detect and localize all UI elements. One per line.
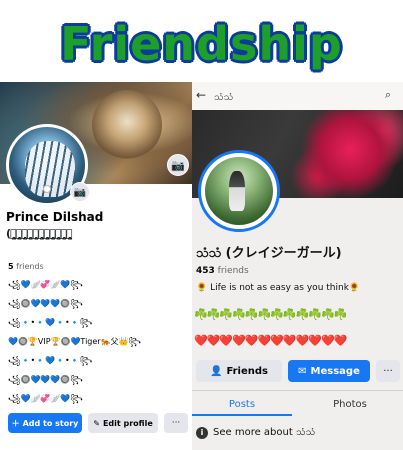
info-icon: i <box>196 426 208 439</box>
edit-profile-label: Edit profile <box>102 418 153 428</box>
friends-count-number: 453 <box>196 266 215 276</box>
bio-line: ꧁🔹•🔹💙🔹•🔹꧂ <box>8 356 93 365</box>
bio-line: ꧁💙🪽💞🪽💙꧂ <box>8 394 83 403</box>
emoji-row-hearts: ❤️❤️❤️❤️❤️❤️❤️❤️❤️❤️❤️❤️ <box>194 334 347 347</box>
friends-count-label: friends <box>217 266 249 276</box>
avatar-person-figure <box>229 171 245 211</box>
top-bar-title: သံသံ <box>214 92 234 103</box>
edit-profile-button[interactable]: ✎ Edit profile <box>88 413 158 433</box>
add-to-story-button[interactable]: ＋ Add to story <box>8 413 82 433</box>
bio-text: 🌻 Life is not as easy as you think🌻 <box>196 283 361 293</box>
bio-line: ꧁🔘💙💙💙🔘꧂ <box>8 375 83 384</box>
messenger-icon: ✉ <box>298 365 307 377</box>
more-options-button[interactable]: ··· <box>376 360 400 382</box>
pencil-icon: ✎ <box>93 418 100 428</box>
cover-tiger-image <box>92 90 162 160</box>
bio-line: ꧁🔹•🔹💙🔹•🔹꧂ <box>8 318 93 327</box>
friends-button-label: Friends <box>226 365 268 377</box>
profile-actions: ＋ Add to story ✎ Edit profile ··· <box>8 413 188 433</box>
friends-button[interactable]: 👤 Friends <box>196 360 282 382</box>
message-button[interactable]: ✉ Message <box>288 360 370 382</box>
profile-name-decoration: (ᰔ̤̥̮̮̮̮̥̤̮̤̮̥̤̮̮̤̥̥̮̤̤̤̥̥̥̤̤ᰔ̥̥̤̤̮̮̤̤̮̤… <box>6 227 73 240</box>
right-profile-panel: ← သံသံ ⌕ သံသံ (クレイジーガール) 453 friends 🌻 L… <box>192 82 403 450</box>
page-title: Friendship <box>60 17 343 71</box>
more-options-button[interactable]: ··· <box>164 413 188 433</box>
emoji-row-clover: ☘️☘️☘️☘️☘️☘️☘️☘️☘️☘️☘️☘️ <box>194 308 347 321</box>
bio-line: 💙🔘🏆VIP🏆🔘💙Tiger🐅父👑꧂ <box>8 337 141 346</box>
profile-name: သံသံ (クレイジーガール) <box>196 246 342 261</box>
bio-line: ꧁🔘💙💙💙🔘꧂ <box>8 299 83 308</box>
avatar[interactable] <box>198 150 280 232</box>
left-profile-panel: 📷 📷 Prince Dilshad (ᰔ̤̥̮̮̮̮̥̤̮̤̮̥̤̮̮̤̥̥̮… <box>0 82 192 450</box>
friends-count[interactable]: 453 friends <box>196 266 249 276</box>
person-icon: 👤 <box>209 365 223 377</box>
tab-posts[interactable]: Posts <box>192 394 292 416</box>
avatar-status-dot <box>43 185 51 193</box>
see-more-about-link[interactable]: i See more about သံသံ <box>196 425 315 440</box>
divider <box>192 390 403 391</box>
see-more-label: See more about သံသံ <box>213 427 316 438</box>
bio-line: ꧁💙🪽💞🪽💙꧂ <box>8 280 83 289</box>
tab-photos[interactable]: Photos <box>300 394 400 416</box>
add-to-story-label: Add to story <box>22 418 79 428</box>
search-icon[interactable]: ⌕ <box>385 88 391 102</box>
camera-icon[interactable]: 📷 <box>167 154 189 176</box>
plus-icon: ＋ <box>11 418 20 428</box>
camera-icon[interactable]: 📷 <box>70 182 90 202</box>
friends-count[interactable]: 5 friends <box>8 262 44 271</box>
profile-name: Prince Dilshad <box>6 210 104 224</box>
friends-count-number: 5 <box>8 262 14 271</box>
back-arrow-icon[interactable]: ← <box>196 88 206 102</box>
message-button-label: Message <box>310 365 360 377</box>
top-bar: ← သံသံ ⌕ <box>192 82 403 110</box>
friends-count-label: friends <box>16 262 44 271</box>
